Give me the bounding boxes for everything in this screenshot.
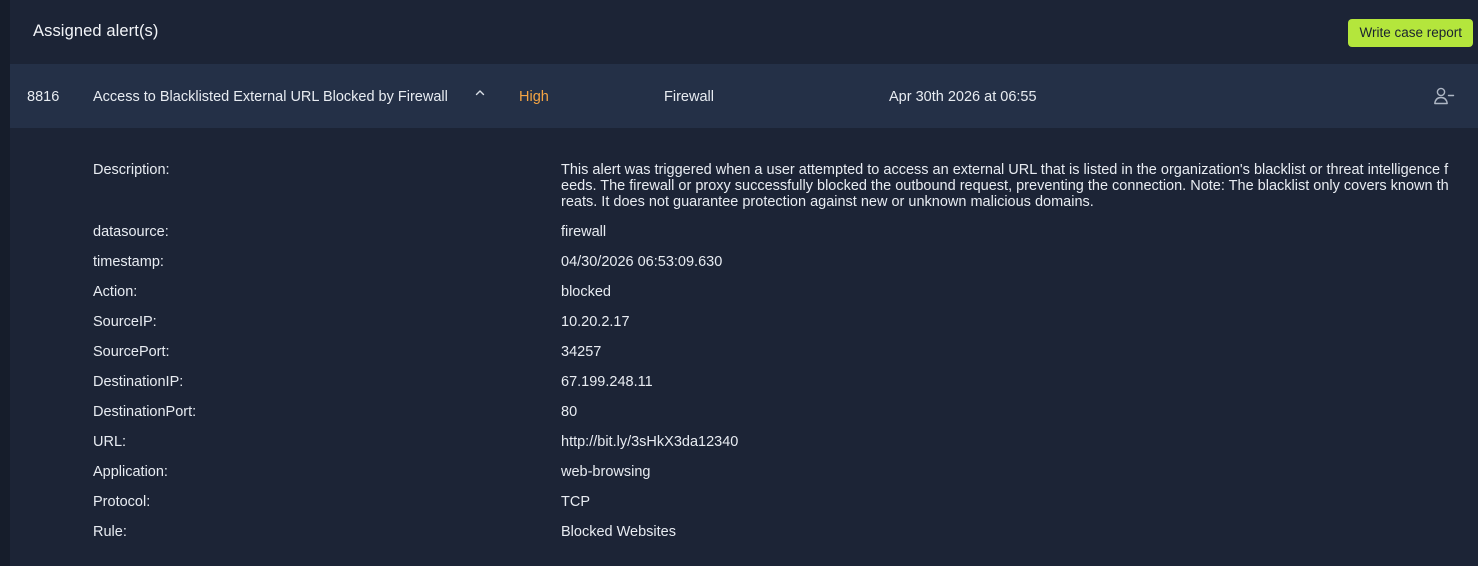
user-minus-icon[interactable] <box>1433 86 1455 106</box>
alert-source: Firewall <box>664 89 714 105</box>
detail-row: Rule: Blocked Websites <box>10 524 1478 554</box>
detail-key: DestinationIP: <box>93 374 184 390</box>
panel-title: Assigned alert(s) <box>33 22 159 40</box>
panel-left-edge <box>0 0 10 566</box>
detail-row: Protocol: TCP <box>10 494 1478 524</box>
detail-key: Description: <box>93 162 170 178</box>
detail-key: Rule: <box>93 524 127 540</box>
detail-value: web-browsing <box>561 464 651 480</box>
detail-row: URL: http://bit.ly/3sHkX3da12340 <box>10 434 1478 464</box>
detail-row: DestinationIP: 67.199.248.11 <box>10 374 1478 404</box>
detail-key: Application: <box>93 464 168 480</box>
detail-value: 67.199.248.11 <box>561 374 653 390</box>
detail-row: SourceIP: 10.20.2.17 <box>10 314 1478 344</box>
detail-row: SourcePort: 34257 <box>10 344 1478 374</box>
detail-value: 34257 <box>561 344 602 360</box>
detail-row: datasource: firewall <box>10 224 1478 254</box>
detail-value: http://bit.ly/3sHkX3da12340 <box>561 434 739 450</box>
write-case-report-button[interactable]: Write case report <box>1348 19 1473 47</box>
alert-date: Apr 30th 2026 at 06:55 <box>889 89 1037 105</box>
detail-key: Protocol: <box>93 494 151 510</box>
alert-row[interactable]: 8816 Access to Blacklisted External URL … <box>10 64 1478 128</box>
alert-severity: High <box>519 89 549 105</box>
detail-value: This alert was triggered when a user att… <box>561 162 1449 210</box>
alert-title: Access to Blacklisted External URL Block… <box>93 89 448 105</box>
detail-key: timestamp: <box>93 254 164 270</box>
detail-key: SourceIP: <box>93 314 157 330</box>
panel-header: Assigned alert(s) Write case report <box>10 0 1478 64</box>
detail-key: Action: <box>93 284 138 300</box>
detail-key: DestinationPort: <box>93 404 197 420</box>
detail-value: 80 <box>561 404 578 420</box>
detail-value: 04/30/2026 06:53:09.630 <box>561 254 723 270</box>
detail-value: 10.20.2.17 <box>561 314 630 330</box>
detail-row: Action: blocked <box>10 284 1478 314</box>
detail-row: timestamp: 04/30/2026 06:53:09.630 <box>10 254 1478 284</box>
detail-row: Application: web-browsing <box>10 464 1478 494</box>
detail-value: firewall <box>561 224 607 240</box>
detail-value: TCP <box>561 494 590 510</box>
assigned-alerts-panel: Assigned alert(s) Write case report 8816… <box>0 0 1478 566</box>
chevron-up-icon[interactable] <box>473 86 487 100</box>
alert-details: Description: This alert was triggered whe… <box>10 128 1478 554</box>
alert-id: 8816 <box>27 89 60 105</box>
detail-value: blocked <box>561 284 611 300</box>
detail-key: datasource: <box>93 224 169 240</box>
detail-value: Blocked Websites <box>561 524 676 540</box>
detail-key: URL: <box>93 434 127 450</box>
detail-key: SourcePort: <box>93 344 170 360</box>
detail-row: Description: This alert was triggered whe… <box>10 162 1478 224</box>
detail-row: DestinationPort: 80 <box>10 404 1478 434</box>
